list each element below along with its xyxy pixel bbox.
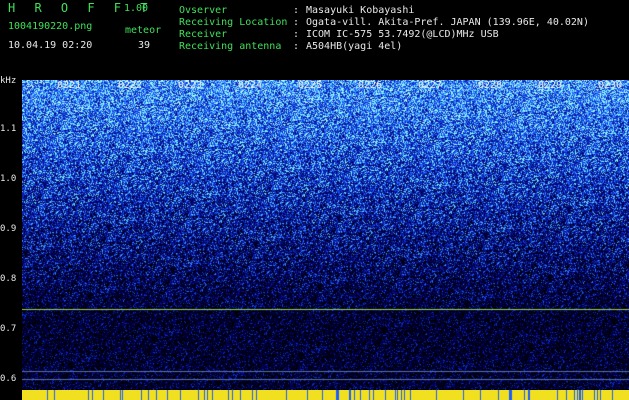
info-value-observer: Masayuki Kobayashi [306,5,415,16]
time-label: 0229 [538,80,563,91]
time-label: 0227 [418,80,443,91]
meteor-count: 39 [138,40,151,51]
info-value-location: Ogata-vill. Akita-Pref. JAPAN (139.96E, … [306,17,589,28]
y-tick-label: 1.0 [0,174,17,184]
y-tick-label: 1.1 [0,124,17,134]
header-panel: H R O F F T 1.00 1004190220.png meteor 1… [0,0,629,74]
time-label: 0222 [118,80,143,91]
file-name: 1004190220.png [8,21,93,32]
info-value-antenna: A504HB(yagi 4el) [306,41,403,52]
time-label: 0230 [598,80,623,91]
time-label: 0228 [478,80,503,91]
spectrogram [22,80,629,390]
app-version: 1.00 [124,3,149,14]
info-sep: : [293,5,300,16]
time-label: 0224 [238,80,263,91]
meteor-label: meteor [125,25,162,36]
y-tick-label: 0.9 [0,224,17,234]
info-key-observer: Ovserver [179,5,228,16]
info-sep: : [293,29,300,40]
info-key-location: Receiving Location [179,17,288,28]
time-label: 0223 [178,80,203,91]
info-key-receiver: Receiver [179,29,228,40]
footer-activity-bar [22,390,629,400]
info-key-antenna: Receiving antenna [179,41,282,52]
y-tick-label: 0.7 [0,324,17,334]
info-sep: : [293,41,300,52]
time-label: 0226 [358,80,383,91]
file-datetime: 10.04.19 02:20 [8,40,93,51]
time-label: 0221 [57,80,82,91]
info-value-receiver: ICOM IC-575 53.7492(@LCD)MHz USB [306,29,499,40]
info-sep: : [293,17,300,28]
y-tick-label: 0.8 [0,274,17,284]
y-tick-label: 0.6 [0,374,17,384]
time-label: 0225 [298,80,323,91]
y-axis-unit: kHz [0,76,17,86]
